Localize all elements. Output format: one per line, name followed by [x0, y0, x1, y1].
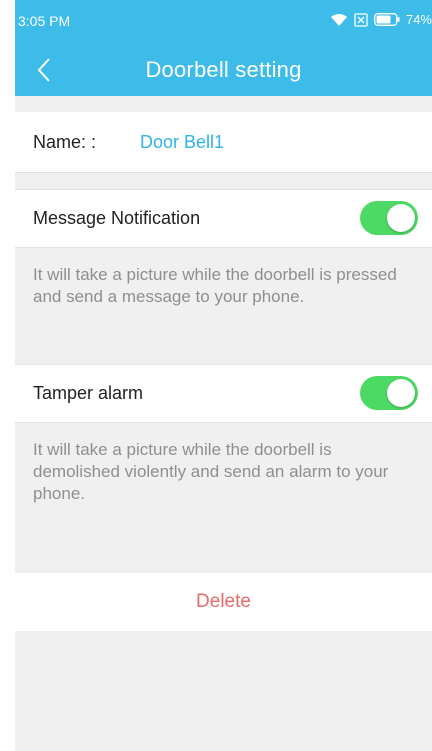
delete-label: Delete: [196, 591, 251, 612]
tamper-alarm-label: Tamper alarm: [33, 383, 144, 403]
message-notification-toggle[interactable]: [360, 201, 418, 235]
status-icons: 74%: [330, 12, 432, 27]
tamper-alarm-description-box: It will take a picture while the doorbel…: [15, 423, 432, 573]
device-name-row[interactable]: Name: : Door Bell1: [15, 112, 432, 173]
battery-percent: 74%: [405, 12, 432, 27]
name-value[interactable]: Door Bell1: [140, 132, 224, 153]
battery-icon: [374, 13, 400, 26]
section-gap: [15, 173, 432, 189]
tamper-alarm-row: Tamper alarm: [15, 364, 432, 423]
bottom-background: [15, 631, 432, 751]
doorbell-setting-screen: 3:05 PM 74% Doorbell setting Name:: Doo…: [0, 0, 432, 751]
message-notification-description-box: It will take a picture while the doorbel…: [15, 248, 432, 364]
message-notification-label: Message Notification: [33, 208, 201, 228]
delete-button[interactable]: Delete: [15, 573, 432, 631]
tamper-alarm-toggle[interactable]: [360, 376, 418, 410]
status-bar: 3:05 PM 74%: [15, 0, 432, 44]
wifi-icon: [330, 13, 348, 27]
header: Doorbell setting: [15, 44, 432, 96]
toggle-knob: [387, 379, 415, 407]
name-label: Name: :: [33, 132, 97, 152]
status-time: 3:05 PM: [18, 13, 71, 29]
section-gap: [15, 96, 432, 112]
message-notification-row: Message Notification: [15, 189, 432, 248]
toggle-knob: [387, 204, 415, 232]
no-sim-icon: [354, 12, 368, 27]
tamper-alarm-description: It will take a picture while the doorbel…: [33, 440, 389, 503]
page-title: Doorbell setting: [145, 57, 302, 82]
message-notification-description: It will take a picture while the doorbel…: [33, 265, 397, 306]
